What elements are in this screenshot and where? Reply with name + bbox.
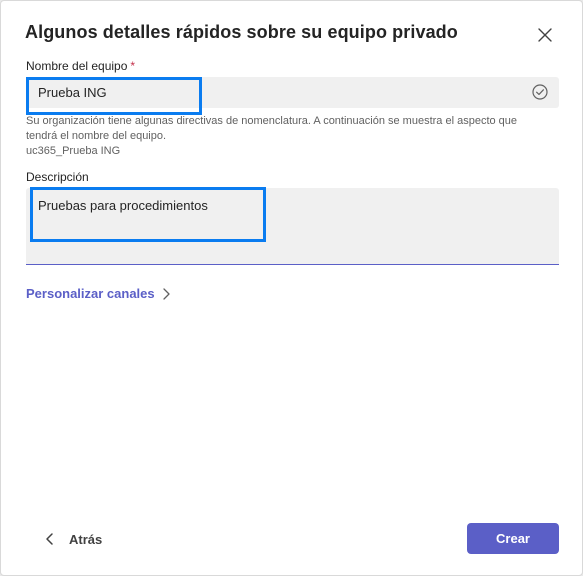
team-name-preview: uc365_Prueba ING — [26, 145, 121, 157]
create-team-dialog: Algunos detalles rápidos sobre su equipo… — [0, 0, 583, 576]
description-value[interactable]: Pruebas para procedimientos — [38, 198, 208, 213]
chevron-right-icon — [162, 287, 170, 300]
naming-policy-help: Su organización tiene algunas directivas… — [26, 114, 517, 159]
check-circle-icon — [531, 83, 549, 101]
required-mark: * — [130, 59, 136, 73]
close-icon[interactable] — [533, 23, 557, 47]
team-name-field[interactable]: Prueba ING — [26, 77, 559, 108]
customize-channels-label: Personalizar canales — [26, 286, 155, 301]
back-label: Atrás — [69, 531, 103, 547]
description-label: Descripción — [26, 170, 89, 184]
naming-policy-line2: tendrá el nombre del equipo. — [26, 130, 167, 142]
dialog-title: Algunos detalles rápidos sobre su equipo… — [25, 22, 458, 42]
chevron-left-icon — [46, 533, 53, 545]
team-name-value[interactable]: Prueba ING — [38, 85, 107, 100]
team-name-label-text: Nombre del equipo — [26, 59, 128, 73]
description-textarea[interactable]: Pruebas para procedimientos — [26, 188, 559, 265]
naming-policy-line1: Su organización tiene algunas directivas… — [26, 115, 518, 127]
team-name-label: Nombre del equipo * — [26, 59, 135, 73]
create-button[interactable]: Crear — [467, 523, 559, 554]
back-button[interactable]: Atrás — [45, 528, 102, 550]
customize-channels-link[interactable]: Personalizar canales — [26, 286, 171, 301]
